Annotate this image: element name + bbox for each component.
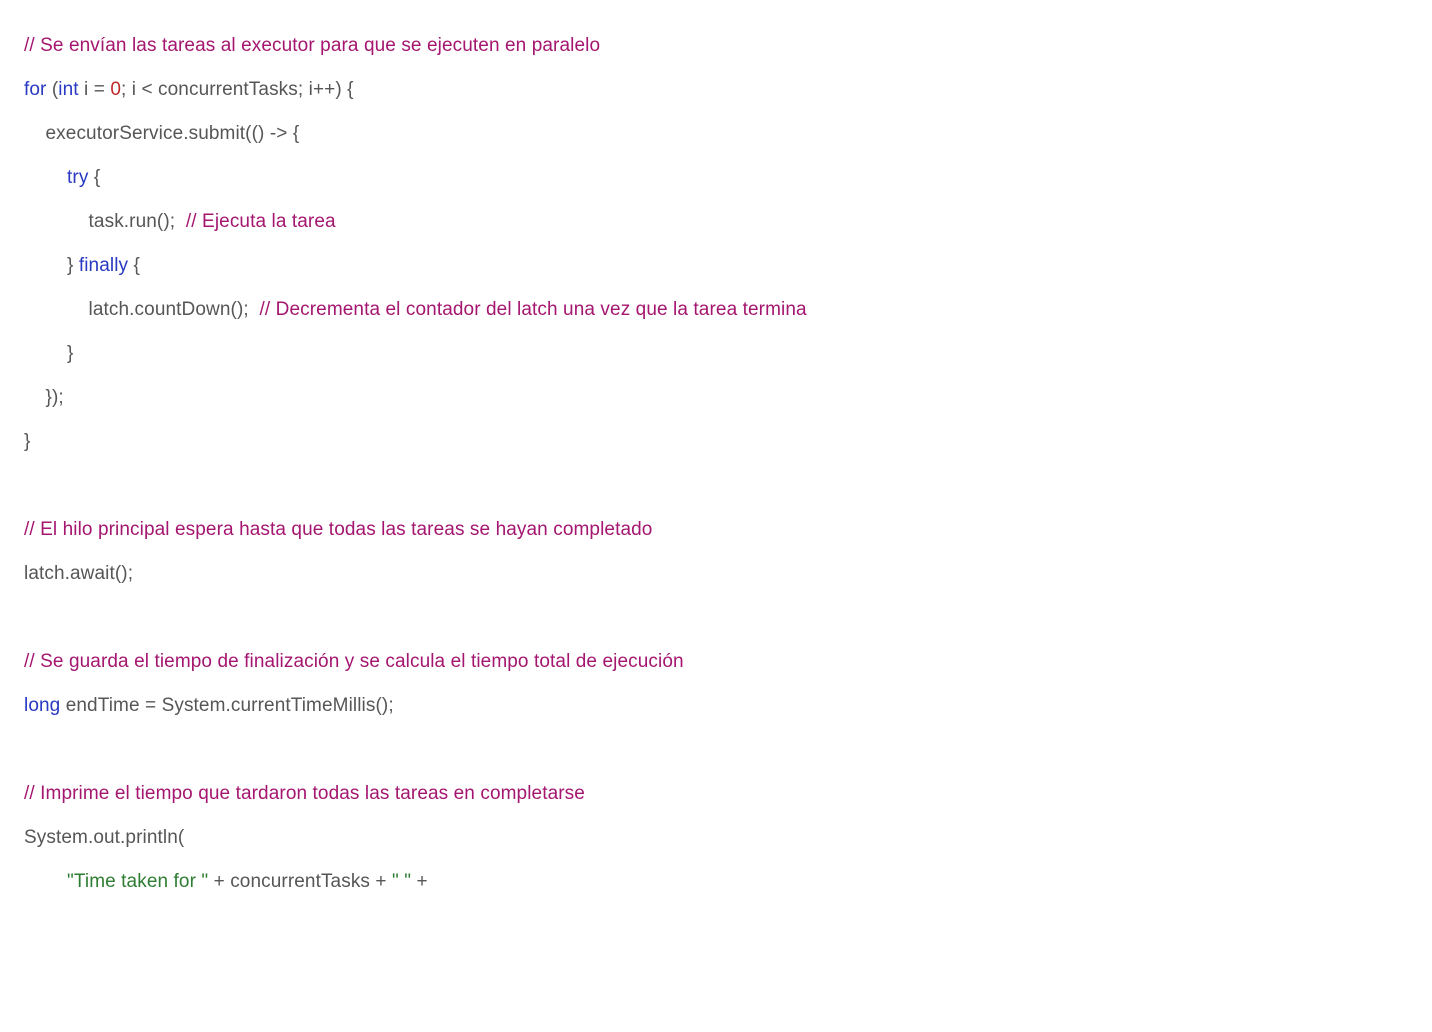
code-text: [24, 167, 67, 188]
code-text: System.out.println(: [24, 827, 184, 848]
code-text: latch.await();: [24, 563, 133, 584]
code-text: }: [24, 255, 79, 276]
comment-inline: // Ejecuta la tarea: [186, 211, 336, 232]
code-text: ; i < concurrentTasks; i++) {: [121, 79, 354, 100]
code-block: // Se envían las tareas al executor para…: [0, 0, 1432, 904]
code-text: {: [88, 167, 100, 188]
number-literal: 0: [110, 79, 121, 100]
code-text: +: [411, 871, 428, 892]
comment-inline: // Decrementa el contador del latch una …: [260, 299, 807, 320]
code-text: i =: [79, 79, 111, 100]
comment-line: // El hilo principal espera hasta que to…: [24, 519, 652, 540]
keyword-try: try: [67, 167, 88, 188]
code-text: + concurrentTasks +: [208, 871, 392, 892]
comment-line: // Imprime el tiempo que tardaron todas …: [24, 783, 585, 804]
keyword-long: long: [24, 695, 60, 716]
code-text: }: [24, 343, 73, 364]
code-text: executorService.submit(() -> {: [24, 123, 299, 144]
code-text: task.run();: [24, 211, 186, 232]
code-text: [24, 871, 67, 892]
keyword-for: for: [24, 79, 46, 100]
string-literal: " ": [392, 871, 411, 892]
code-text: }: [24, 431, 30, 452]
code-text: latch.countDown();: [24, 299, 260, 320]
code-text: {: [128, 255, 140, 276]
code-text: (: [46, 79, 58, 100]
comment-line: // Se guarda el tiempo de finalización y…: [24, 651, 684, 672]
keyword-finally: finally: [79, 255, 128, 276]
keyword-int: int: [58, 79, 78, 100]
code-text: endTime = System.currentTimeMillis();: [60, 695, 393, 716]
comment-line: // Se envían las tareas al executor para…: [24, 35, 600, 56]
string-literal: "Time taken for ": [67, 871, 208, 892]
code-text: });: [24, 387, 64, 408]
